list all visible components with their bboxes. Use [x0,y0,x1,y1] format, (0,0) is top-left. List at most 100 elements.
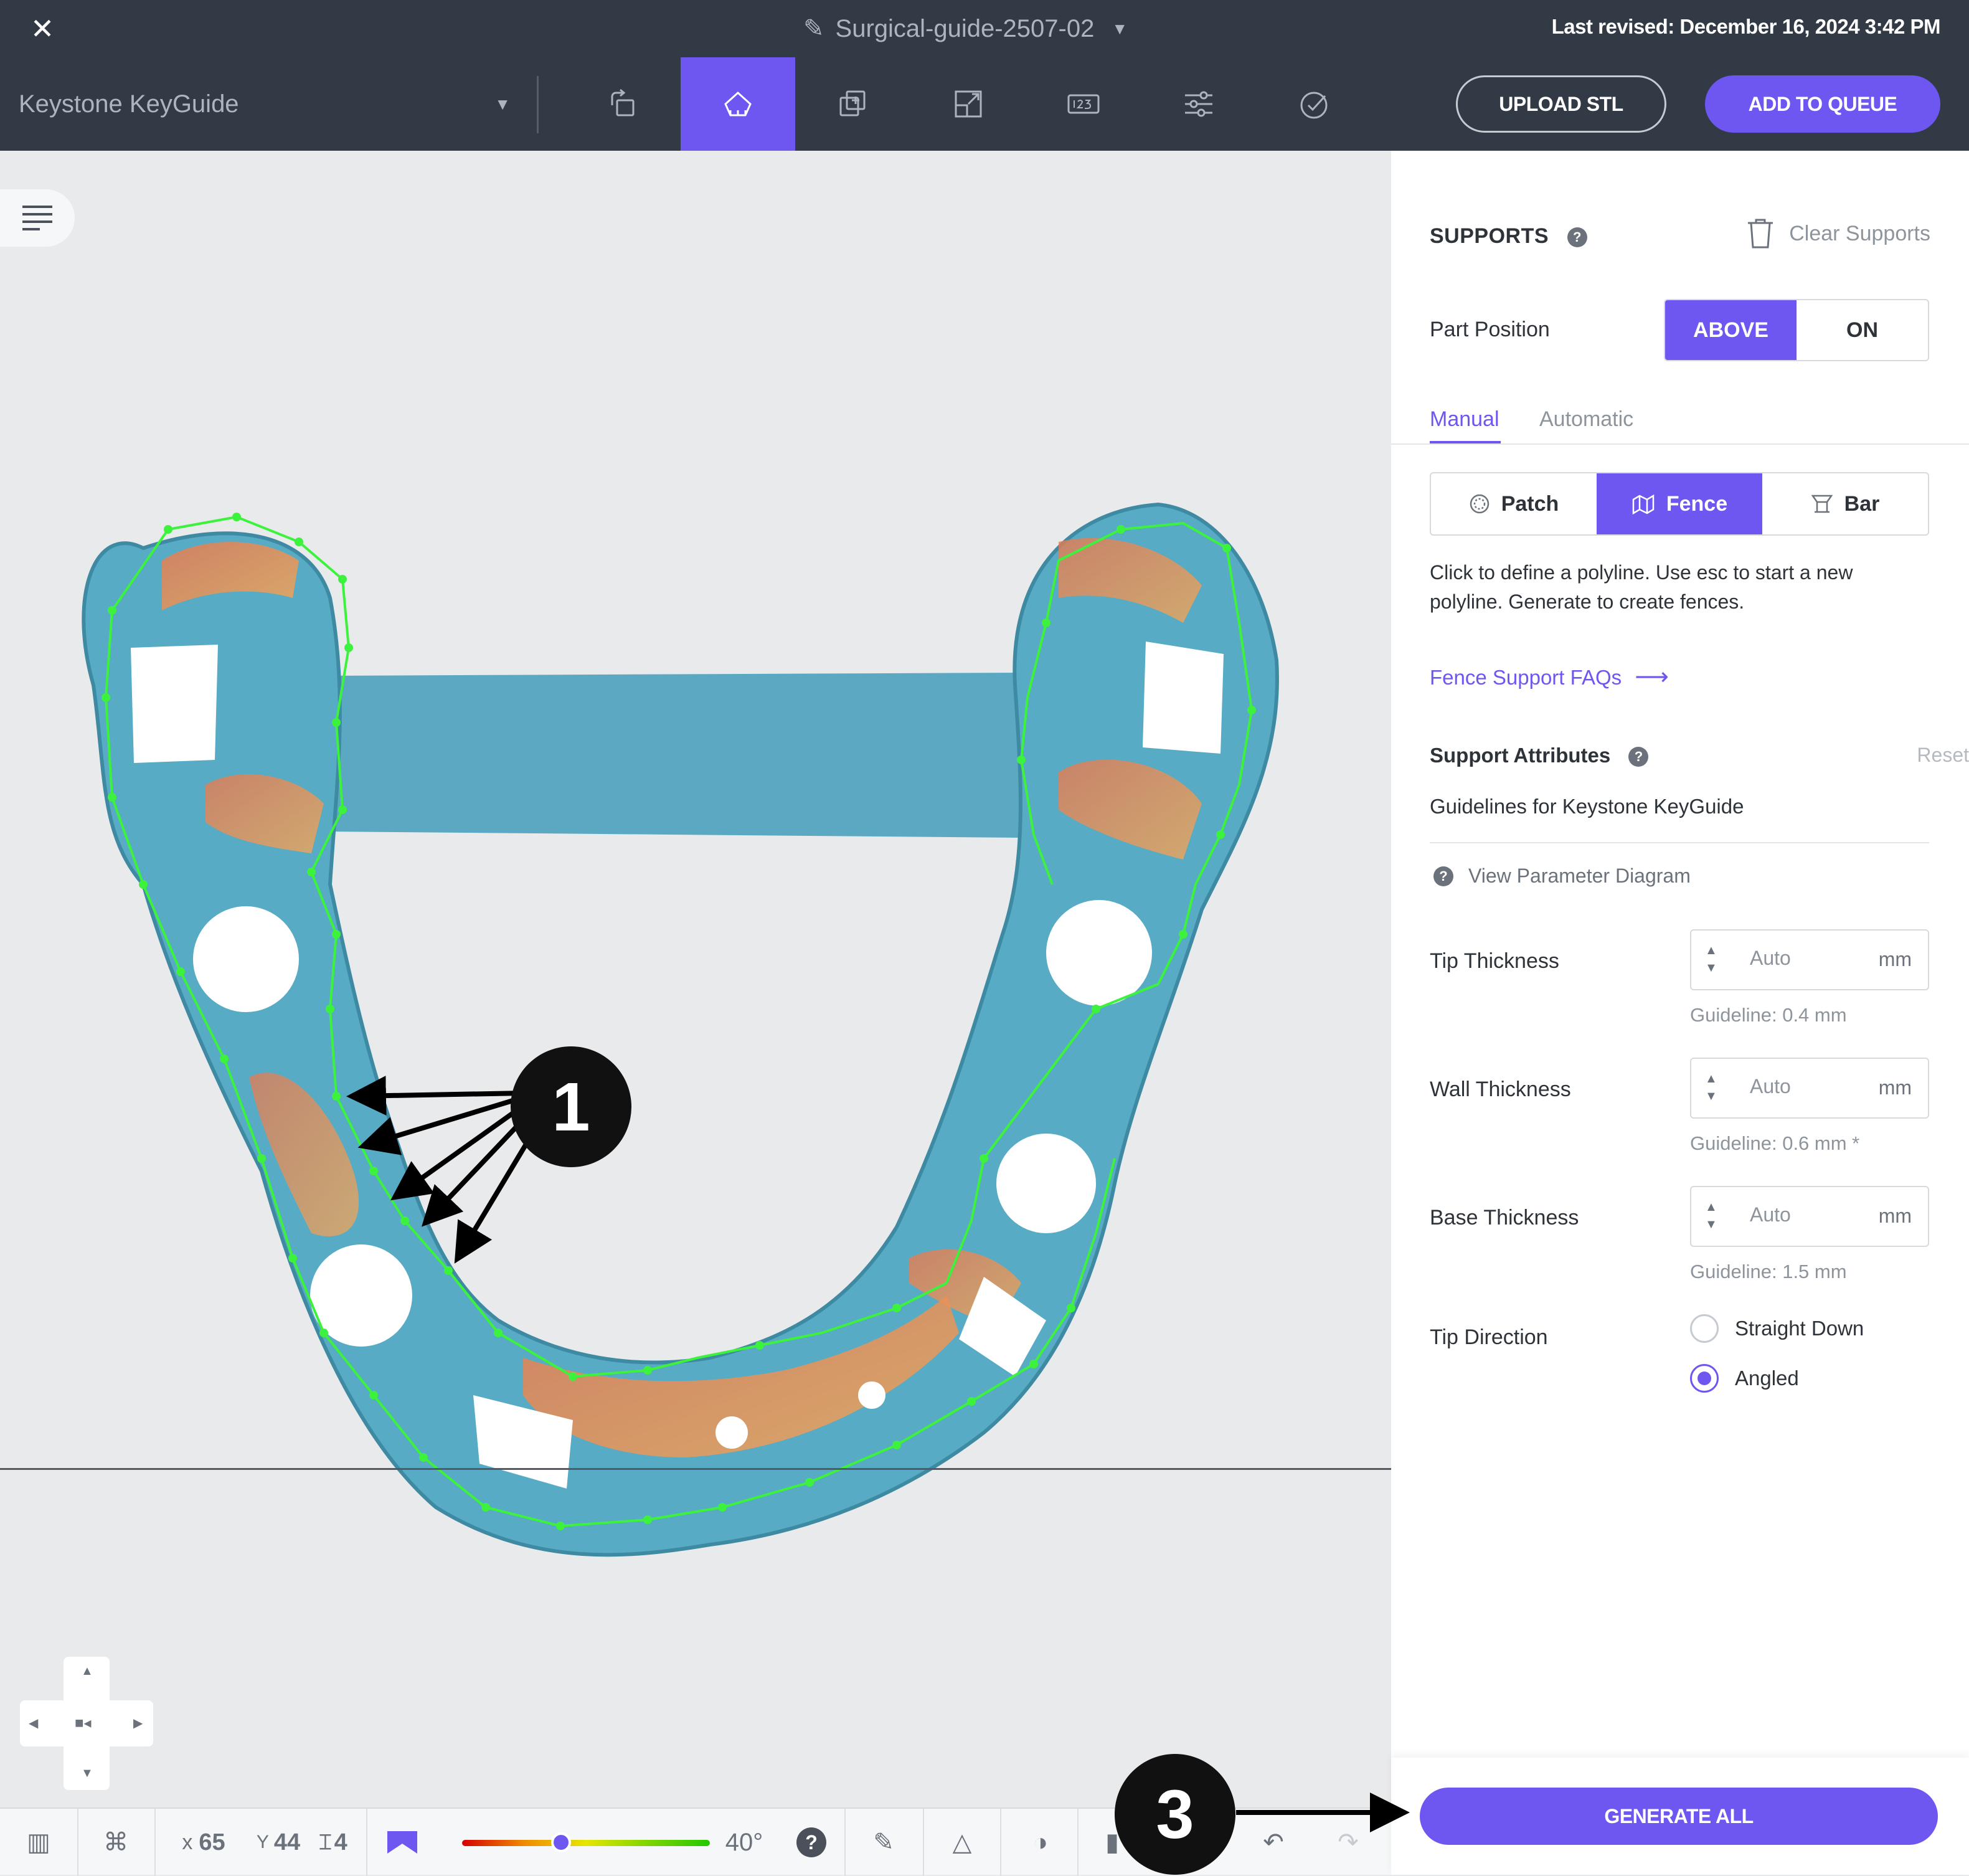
scale-tool-button[interactable] [911,57,1026,151]
tip-thickness-label: Tip Thickness [1430,949,1559,973]
angle-value: 40° [725,1828,763,1856]
active-tab-indicator [1430,441,1501,443]
help-icon[interactable]: ? [790,1809,833,1876]
y-coordinate: Y 44 [256,1829,301,1855]
generate-all-button[interactable]: GENERATE ALL [1420,1788,1938,1845]
part-position-label: Part Position [1430,318,1550,341]
edit-pencil-icon: ✎ [803,15,824,42]
callout-1: 1 [511,1046,631,1167]
overhang-view-icon[interactable] [381,1809,423,1876]
connector-bar [324,673,1021,838]
z-axis-icon: ⌶ [319,1830,332,1854]
grid-icon[interactable]: ⌘ [91,1809,141,1876]
part-position-on[interactable]: ON [1797,300,1928,360]
panel-title: SUPPORTS ? [1430,224,1587,249]
stepper-arrows-icon[interactable]: ▲ ▼ [1705,942,1717,977]
fence-faq-link[interactable]: Fence Support FAQs ⟶ [1430,663,1669,691]
bar-icon [1811,495,1833,513]
3d-viewport[interactable]: ▲ ▼ ◀ ▶ ■◂ [0,151,1391,1875]
contrast-icon[interactable]: ◑ [1019,1809,1062,1876]
guide-sleeve-hole [1046,900,1152,1006]
trash-icon [1748,219,1773,249]
support-type-selector: Patch Fence Bar [1430,472,1929,536]
pan-right-icon[interactable]: ▶ [133,1715,143,1731]
view-parameter-diagram-link[interactable]: ? View Parameter Diagram [1433,865,1691,888]
pan-down-icon[interactable]: ▼ [81,1766,93,1781]
generate-footer: GENERATE ALL [1391,1758,1969,1875]
view-navigation-pad[interactable]: ▲ ▼ ◀ ▶ ■◂ [20,1657,153,1790]
bar-button[interactable]: Bar [1762,473,1928,534]
chevron-down-icon: ▼ [494,94,511,113]
duplicate-tool-button[interactable] [796,57,910,151]
scale-icon [955,90,982,118]
last-revised: Last revised: December 16, 2024 3:42 PM [1551,15,1941,38]
radio-button-selected[interactable] [1690,1364,1719,1393]
slider-handle[interactable] [551,1832,572,1852]
camera-icon[interactable]: ■◂ [75,1714,92,1732]
guidelines-label: Guidelines for Keystone KeyGuide [1430,795,1744,818]
overhang-angle-slider[interactable] [462,1840,710,1846]
sliders-icon [1185,91,1212,117]
file-name[interactable]: Surgical-guide-2507-02 [836,15,1095,43]
check-circle-icon [1300,92,1328,119]
part-position-above[interactable]: ABOVE [1665,300,1797,360]
wall-thickness-input[interactable]: ▲ ▼ Auto mm [1690,1058,1929,1119]
wall-thickness-label: Wall Thickness [1430,1078,1571,1101]
patch-icon [1470,494,1489,514]
tip-direction-label: Tip Direction [1430,1325,1548,1349]
pan-left-icon[interactable]: ◀ [29,1715,38,1731]
label-tool-button[interactable] [1026,57,1141,151]
tip-thickness-input[interactable]: ▲ ▼ Auto mm [1690,929,1929,990]
tip-thickness-guideline: Guideline: 0.4 mm [1690,1004,1847,1026]
x-coordinate: x 65 [182,1829,225,1855]
patch-button[interactable]: Patch [1431,473,1597,534]
help-icon[interactable]: ? [1567,227,1587,248]
z-coordinate: ⌶ 4 [319,1829,347,1855]
chevron-down-icon[interactable]: ▼ [1112,19,1128,39]
radio-straight-down[interactable]: Straight Down [1690,1314,1864,1343]
clear-supports-button[interactable]: Clear Supports [1747,218,1930,249]
supports-panel: SUPPORTS ? Clear Supports Part Position … [1391,151,1969,1875]
part-position-toggle: ABOVE ON [1664,299,1929,361]
label-icon [1067,94,1100,114]
title-bar: ✕ ✎ Surgical-guide-2507-02 ▼ Last revise… [0,0,1969,57]
duplicate-icon [839,90,866,116]
mode-tabs: Manual Automatic [1391,400,1969,445]
pan-up-icon[interactable]: ▲ [81,1664,93,1679]
add-to-queue-button[interactable]: ADD TO QUEUE [1705,75,1940,133]
tab-manual[interactable]: Manual [1430,407,1499,432]
divider [1430,842,1929,843]
close-icon[interactable]: ✕ [27,14,57,44]
arrow-right-icon: ⟶ [1635,664,1669,690]
fence-icon [1632,494,1655,514]
orient-tool-button[interactable] [566,57,681,151]
file-title[interactable]: ✎ Surgical-guide-2507-02 ▼ [803,12,1128,45]
fence-button[interactable]: Fence [1597,473,1762,534]
ruler-icon[interactable]: ✎ [862,1809,905,1876]
radio-angled[interactable]: Angled [1690,1364,1799,1393]
help-icon: ? [1433,866,1453,886]
warning-triangle-icon[interactable]: △ [940,1809,984,1876]
panel-toggle-icon[interactable]: ▥ [14,1809,64,1876]
stepper-arrows-icon[interactable]: ▲ ▼ [1705,1198,1717,1233]
tab-automatic[interactable]: Automatic [1539,407,1633,432]
upload-stl-button[interactable]: UPLOAD STL [1456,75,1666,133]
callout-3: 3 [1115,1754,1235,1875]
stepper-arrows-icon[interactable]: ▲ ▼ [1705,1070,1717,1105]
base-thickness-input[interactable]: ▲ ▼ Auto mm [1690,1186,1929,1247]
window-slot [1143,642,1224,754]
main-toolbar: Keystone KeyGuide ▼ UPLOAD STL ADD TO QU… [0,57,1969,151]
window-slot [131,645,218,763]
undo-icon[interactable]: ↶ [1252,1809,1295,1876]
check-tool-button[interactable] [1257,57,1371,151]
help-icon[interactable]: ? [1628,747,1649,767]
reset-button[interactable]: Reset [1917,744,1969,767]
supports-tool-button[interactable] [681,57,795,151]
radio-button[interactable] [1690,1314,1719,1343]
settings-tool-button[interactable] [1141,57,1256,151]
printer-select[interactable]: Keystone KeyGuide ▼ [19,85,517,123]
redo-icon[interactable]: ↷ [1326,1809,1370,1876]
guide-sleeve-hole [858,1381,885,1409]
base-thickness-guideline: Guideline: 1.5 mm [1690,1261,1847,1282]
surgical-guide-model[interactable] [0,151,1391,1875]
